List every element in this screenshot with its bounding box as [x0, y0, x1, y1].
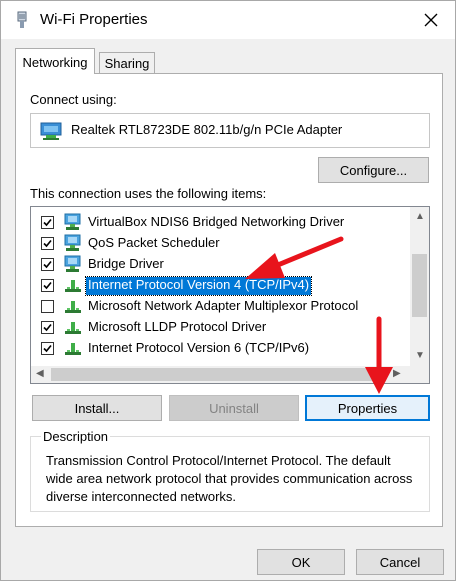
item-label: Internet Protocol Version 6 (TCP/IPv6) — [88, 340, 310, 355]
items-list[interactable]: VirtualBox NDIS6 Bridged Networking Driv… — [30, 206, 430, 384]
adapter-field: Realtek RTL8723DE 802.11b/g/n PCIe Adapt… — [30, 113, 430, 148]
item-checkbox[interactable] — [41, 321, 54, 334]
item-checkbox[interactable] — [41, 237, 54, 250]
protocol-icon — [65, 343, 81, 355]
checkmark-icon — [43, 218, 52, 227]
configure-button[interactable]: Configure... — [318, 157, 429, 183]
item-label: Microsoft LLDP Protocol Driver — [88, 319, 267, 334]
item-label: Microsoft Network Adapter Multiplexor Pr… — [88, 298, 359, 313]
tab-sharing[interactable]: Sharing — [99, 52, 155, 74]
list-item[interactable]: VirtualBox NDIS6 Bridged Networking Driv… — [31, 212, 409, 233]
adapter-name: Realtek RTL8723DE 802.11b/g/n PCIe Adapt… — [71, 122, 343, 137]
list-item[interactable]: Microsoft Network Adapter Multiplexor Pr… — [31, 296, 409, 317]
checkmark-icon — [43, 323, 52, 332]
horizontal-scroll-thumb[interactable] — [51, 368, 381, 381]
item-checkbox[interactable] — [41, 258, 54, 271]
close-icon — [424, 13, 438, 27]
items-label: This connection uses the following items… — [30, 186, 267, 201]
vertical-scrollbar[interactable]: ▲ ▼ — [410, 207, 429, 367]
protocol-icon — [65, 280, 81, 292]
list-item[interactable]: Bridge Driver — [31, 254, 409, 275]
close-button[interactable] — [417, 7, 445, 33]
horizontal-scrollbar[interactable]: ◀ ▶ — [31, 366, 429, 383]
network-adapter-icon — [17, 11, 27, 28]
item-label: Internet Protocol Version 4 (TCP/IPv4) — [84, 276, 313, 296]
properties-button[interactable]: Properties — [305, 395, 430, 421]
scroll-left-icon[interactable]: ◀ — [36, 368, 44, 379]
scroll-down-icon[interactable]: ▼ — [415, 350, 425, 361]
network-adapter-card-icon — [40, 122, 62, 140]
title-bar: Wi-Fi Properties — [1, 1, 455, 39]
list-item[interactable]: Microsoft LLDP Protocol Driver — [31, 317, 409, 338]
item-checkbox[interactable] — [41, 300, 54, 313]
item-label: Bridge Driver — [88, 256, 164, 271]
checkmark-icon — [43, 344, 52, 353]
window-title: Wi-Fi Properties — [40, 11, 148, 28]
network-service-icon — [64, 255, 81, 272]
description-legend: Description — [41, 429, 111, 444]
connect-using-label: Connect using: — [30, 92, 117, 107]
checkmark-icon — [43, 260, 52, 269]
protocol-icon — [65, 301, 81, 313]
checkmark-icon — [43, 239, 52, 248]
item-checkbox[interactable] — [41, 216, 54, 229]
description-text: Transmission Control Protocol/Internet P… — [46, 453, 413, 504]
tab-networking[interactable]: Networking — [15, 48, 95, 74]
ok-button[interactable]: OK — [257, 549, 345, 575]
list-item[interactable]: QoS Packet Scheduler — [31, 233, 409, 254]
item-label: VirtualBox NDIS6 Bridged Networking Driv… — [88, 214, 345, 229]
wifi-properties-dialog: Wi-Fi Properties Networking Sharing Conn… — [0, 0, 456, 581]
cancel-button[interactable]: Cancel — [356, 549, 444, 575]
item-checkbox[interactable] — [41, 342, 54, 355]
install-button[interactable]: Install... — [32, 395, 162, 421]
uninstall-button[interactable]: Uninstall — [169, 395, 299, 421]
list-item[interactable]: Internet Protocol Version 6 (TCP/IPv6) — [31, 338, 409, 359]
scroll-up-icon[interactable]: ▲ — [415, 211, 425, 222]
network-service-icon — [64, 213, 81, 230]
item-label: QoS Packet Scheduler — [88, 235, 220, 250]
scroll-right-icon[interactable]: ▶ — [393, 368, 401, 379]
list-item-selected[interactable]: Internet Protocol Version 4 (TCP/IPv4) — [31, 275, 409, 296]
checkmark-icon — [43, 281, 52, 290]
network-service-icon — [64, 234, 81, 251]
vertical-scroll-thumb[interactable] — [412, 254, 427, 317]
protocol-icon — [65, 322, 81, 334]
item-checkbox[interactable] — [41, 279, 54, 292]
